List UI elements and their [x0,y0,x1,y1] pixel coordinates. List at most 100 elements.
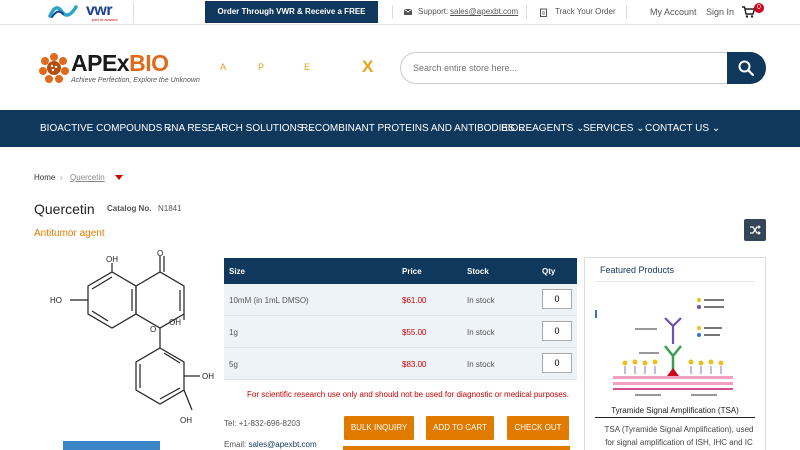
bulk-inquiry-button[interactable]: BULK INQUIRY [344,416,414,440]
search-button[interactable] [727,52,766,84]
row-stock: In stock [467,328,495,337]
chevron-right-icon: › [60,173,63,182]
mail-icon [404,9,412,15]
email-link[interactable]: sales@apexbt.com [248,440,316,449]
nav-label: SERVICES [583,123,634,134]
chevron-down-icon: ⌄ [636,123,645,134]
clipboard-icon [540,8,547,17]
nav-bioactive-compounds[interactable]: BIOACTIVE COMPOUNDS ⌄ [40,123,173,134]
featured-title: Featured Products [600,265,675,275]
datasheet-button[interactable] [63,441,160,450]
action-bar[interactable] [343,446,570,450]
column-header-qty: Qty [542,267,556,276]
table-row: 5g $83.00 In stock [224,348,577,380]
research-use-disclaimer: For scientific research use only and sho… [247,390,569,399]
quantity-input[interactable] [542,289,572,309]
structure-label: OH [180,416,192,425]
apexbio-flower-icon [39,53,69,83]
top-bar: vwr part of avantor Order Through VWR & … [0,0,800,38]
structure-label: OH [202,372,214,381]
divider [626,5,627,19]
row-stock: In stock [467,360,495,369]
row-price: $61.00 [402,296,427,305]
row-stock: In stock [467,296,495,305]
chevron-down-icon: ⌄ [711,123,721,134]
cart-count-badge: 0 [754,3,764,13]
table-header: Size Price Stock Qty [224,258,577,284]
main-nav: BIOACTIVE COMPOUNDS ⌄ RNA RESEARCH SOLUT… [0,110,800,147]
search-box [400,52,766,84]
contact-phone: Tel: +1-832-696-8203 [224,419,300,428]
catalog-label: Catalog No. [107,204,152,213]
tel-value: +1-832-696-8203 [238,419,301,428]
logo-main: APEx [71,50,130,76]
quantity-input[interactable] [542,321,572,341]
structure-label: OH [169,318,181,327]
caret-down-icon[interactable] [115,175,123,180]
nav-rna-research-solutions[interactable]: RNA RESEARCH SOLUTIONS ⌄ [164,123,315,134]
nav-bioreagents[interactable]: BIOREAGENTS ⌄ [501,123,584,134]
row-price: $83.00 [402,360,427,369]
table-row: 10mM (in 1mL DMSO) $61.00 In stock [224,284,577,316]
track-order-link[interactable]: Track Your Order [555,7,616,16]
row-size: 5g [229,360,238,369]
deco-letter: E [304,62,311,72]
featured-product-name[interactable]: Tyramide Signal Amplification (TSA) [595,406,755,418]
quantity-input[interactable] [542,353,572,373]
structure-label: O [150,325,156,334]
email-label: Email: [224,440,247,449]
row-size: 1g [229,328,238,337]
logo-accent: BIO [129,50,169,76]
table-row: 1g $55.00 In stock [224,316,577,348]
check-out-button[interactable]: CHECK OUT [507,416,569,440]
price-table: Size Price Stock Qty 10mM (in 1mL DMSO) … [224,258,577,380]
vwr-logo-icon [48,5,78,18]
nav-label: RECOMBINANT PROTEINS AND ANTIBODIES [301,123,515,134]
featured-products-panel: Featured Products Tyramide Signal Amplif… [584,257,766,450]
shuffle-icon [750,225,761,235]
catalog-number: N1841 [158,204,182,213]
nav-services[interactable]: SERVICES ⌄ [583,123,645,134]
nav-label: CONTACT US [645,123,710,134]
deco-letter: P [258,62,265,72]
product-subtitle: Antitumor agent [34,228,105,239]
nav-label: BIOACTIVE COMPOUNDS [40,123,163,134]
search-input[interactable] [413,59,713,77]
add-to-cart-button[interactable]: ADD TO CART [426,416,494,440]
contact-email: Email: sales@apexbt.com [224,440,317,449]
tsa-diagram-image[interactable] [595,290,755,420]
tel-label: Tel: [224,419,237,428]
breadcrumb-home[interactable]: Home [34,173,55,182]
nav-label: RNA RESEARCH SOLUTIONS [164,123,304,134]
breadcrumb-current[interactable]: Quercetin [70,173,105,182]
logo-tagline: Achieve Perfection, Explore the Unknown [71,77,200,84]
row-price: $55.00 [402,328,427,337]
nav-recombinant-proteins[interactable]: RECOMBINANT PROTEINS AND ANTIBODIES ⌄ [301,123,526,134]
search-icon [738,60,754,76]
structure-label: HO [50,296,62,305]
vwr-free-sample-banner[interactable]: Order Through VWR & Receive a FREE Sampl… [205,1,378,38]
deco-letter: X [362,57,374,76]
column-header-price: Price [402,267,422,276]
compare-button[interactable] [744,219,766,241]
row-size: 10mM (in 1mL DMSO) [229,296,309,305]
vwr-tagline: part of avantor [92,17,118,22]
featured-product-description: TSA (Tyramide Signal Amplification), use… [604,425,754,447]
product-title: Quercetin [34,201,95,217]
column-header-size: Size [229,267,246,276]
divider [392,5,393,19]
divider [526,5,527,19]
apexbio-logo[interactable]: APExBIO Achieve Perfection, Explore the … [38,50,208,90]
support-label: Support: [418,7,449,16]
nav-contact-us[interactable]: CONTACT US ⌄ [645,123,720,134]
structure-label: O [157,250,163,258]
quercetin-structure-diagram: OH HO OH O O OH OH [50,250,214,425]
structure-label: OH [106,255,118,264]
apexbio-logo-text: APExBIO [71,50,169,77]
sign-in-link[interactable]: Sign In [706,7,734,17]
my-account-link[interactable]: My Account [650,7,697,17]
divider [595,281,755,282]
support-email-link[interactable]: sales@apexbt.com [450,7,518,16]
column-header-stock: Stock [467,267,489,276]
vwr-logo[interactable]: vwr part of avantor [34,2,134,23]
